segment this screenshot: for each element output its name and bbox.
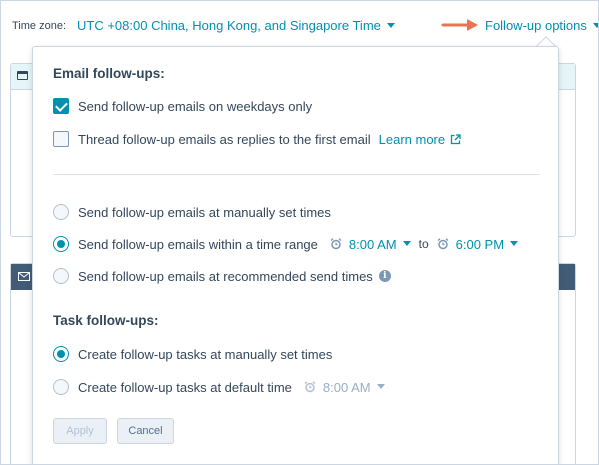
manual-times-label: Send follow-up emails at manually set ti… (78, 204, 331, 220)
timezone-label: Time zone: (12, 20, 67, 32)
task-default-time-radio[interactable] (53, 379, 69, 395)
followup-options-dropdown[interactable]: Follow-up options (485, 18, 598, 33)
weekdays-only-label: Send follow-up emails on weekdays only (78, 98, 313, 114)
range-to-label: to (418, 237, 429, 251)
range-end-time-picker[interactable]: 6:00 PM (437, 236, 519, 252)
alarm-clock-icon (437, 238, 449, 250)
chevron-down-icon (402, 240, 411, 246)
followup-options-popover: Email follow-ups: Send follow-up emails … (32, 46, 559, 464)
weekdays-only-checkbox[interactable] (53, 98, 69, 114)
top-bar: Time zone: UTC +08:00 China, Hong Kong, … (1, 1, 598, 51)
time-range-label: Send follow-up emails within a time rang… (78, 236, 318, 252)
window-icon (17, 71, 28, 80)
thread-replies-label: Thread follow-up emails as replies to th… (78, 131, 371, 147)
arrow-right-icon (441, 19, 478, 31)
alarm-clock-icon (330, 238, 342, 250)
chevron-down-icon (376, 383, 385, 389)
manual-times-option[interactable]: Send follow-up emails at manually set ti… (53, 203, 331, 221)
alarm-clock-icon (304, 381, 316, 393)
time-range-radio[interactable] (53, 236, 69, 252)
followup-options-label: Follow-up options (485, 18, 587, 33)
app-window: Time zone: UTC +08:00 China, Hong Kong, … (0, 0, 599, 465)
envelope-icon (18, 272, 30, 281)
apply-button[interactable]: Apply (53, 418, 107, 444)
manual-times-radio[interactable] (53, 204, 69, 220)
task-default-time-option[interactable]: Create follow-up tasks at default time 8… (53, 378, 385, 396)
thread-replies-checkbox[interactable] (53, 131, 69, 147)
email-followups-title: Email follow-ups: (53, 66, 165, 81)
recommended-times-option[interactable]: Send follow-up emails at recommended sen… (53, 267, 391, 285)
weekdays-only-option[interactable]: Send follow-up emails on weekdays only (53, 97, 312, 115)
learn-more-link[interactable]: Learn more (379, 132, 461, 147)
timezone-dropdown[interactable]: UTC +08:00 China, Hong Kong, and Singapo… (77, 18, 395, 33)
chevron-down-icon (510, 240, 519, 246)
info-icon[interactable]: i (378, 270, 391, 282)
time-range-option[interactable]: Send follow-up emails within a time rang… (53, 235, 519, 253)
timezone-value: UTC +08:00 China, Hong Kong, and Singapo… (77, 18, 381, 33)
external-link-icon (450, 133, 461, 144)
task-default-time-picker[interactable]: 8:00 AM (304, 380, 385, 395)
task-manual-times-label: Create follow-up tasks at manually set t… (78, 346, 333, 362)
task-manual-times-option[interactable]: Create follow-up tasks at manually set t… (53, 345, 332, 363)
task-default-time-value: 8:00 AM (322, 379, 371, 395)
chevron-down-icon (386, 23, 395, 29)
recommended-times-radio[interactable] (53, 268, 69, 284)
chevron-down-icon (592, 23, 598, 29)
range-start-value: 8:00 AM (348, 236, 397, 252)
range-end-value: 6:00 PM (455, 236, 505, 252)
task-default-time-label: Create follow-up tasks at default time (78, 379, 292, 395)
task-followups-title: Task follow-ups: (53, 313, 159, 328)
task-manual-times-radio[interactable] (53, 346, 69, 362)
learn-more-label: Learn more (378, 131, 446, 147)
range-start-time-picker[interactable]: 8:00 AM (330, 237, 411, 252)
section-divider (53, 174, 540, 175)
recommended-times-label: Send follow-up emails at recommended sen… (78, 268, 373, 284)
thread-replies-option[interactable]: Thread follow-up emails as replies to th… (53, 130, 461, 148)
cancel-button[interactable]: Cancel (117, 418, 174, 444)
